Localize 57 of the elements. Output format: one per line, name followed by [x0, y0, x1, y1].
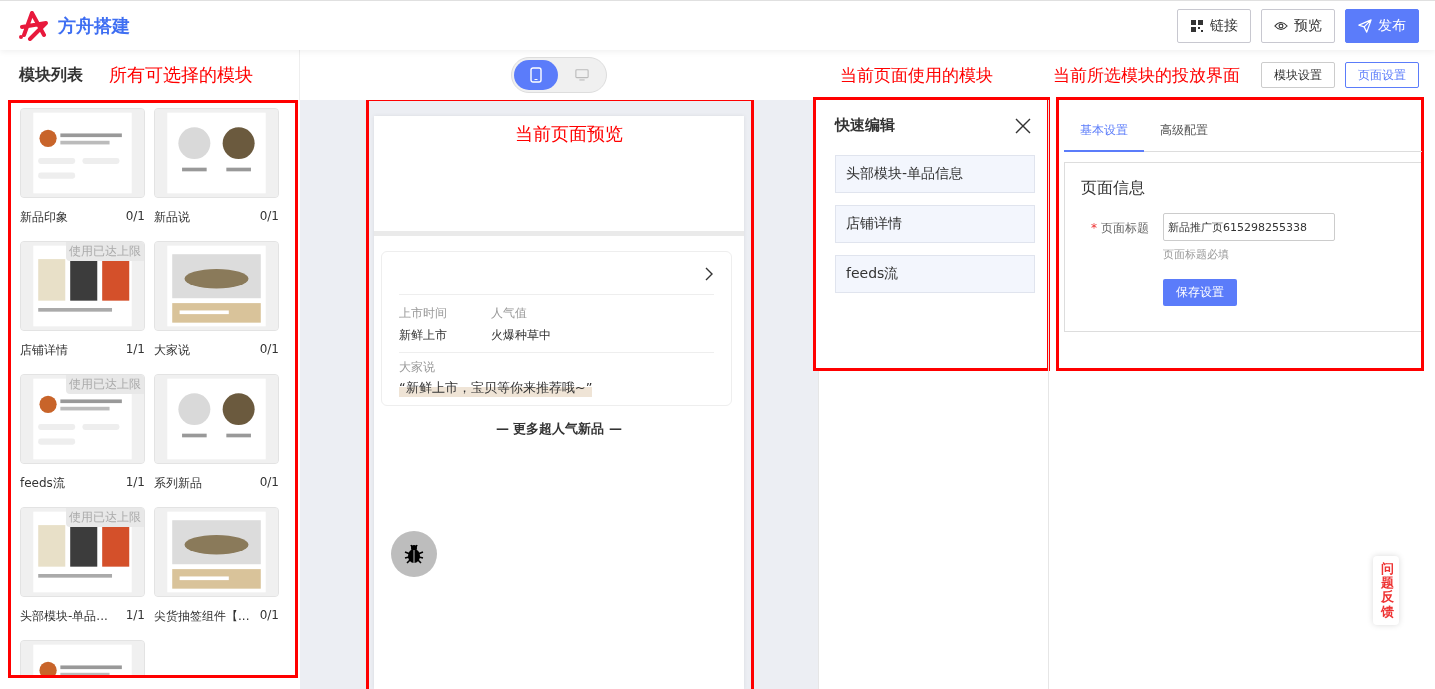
- device-button[interactable]: [514, 60, 558, 90]
- module-name: 尖货抽签组件【...: [154, 608, 250, 625]
- module-item[interactable]: 店铺详情: [835, 205, 1035, 243]
- send-icon: [1358, 18, 1372, 33]
- settings-mode-button[interactable]: 页面设置: [1345, 62, 1419, 88]
- qr-code-icon: [1190, 18, 1204, 33]
- module-name: 店铺详情: [20, 342, 68, 359]
- usage-count: 0/1: [125, 209, 145, 225]
- brand-name: 方舟搭建: [58, 13, 130, 38]
- info-value: 新鲜上市: [399, 327, 447, 344]
- module-item[interactable]: feeds流: [835, 255, 1035, 293]
- annotation-label: 当前所选模块的投放界面: [1053, 63, 1240, 87]
- module-item[interactable]: 头部模块-单品信息: [835, 155, 1035, 193]
- close-icon[interactable]: [1015, 117, 1031, 134]
- annotation-label: 当前页面预览: [514, 122, 623, 146]
- quote-text: “新鲜上市，宝贝等你来推荐哦~”: [399, 379, 593, 397]
- module-name: 头部模块-单品...: [20, 608, 108, 625]
- chevron-right-icon[interactable]: [704, 266, 714, 282]
- usage-count: 1/1: [125, 608, 145, 624]
- settings-tab[interactable]: 高级配置: [1144, 114, 1224, 152]
- usage-count: 1/1: [125, 475, 145, 491]
- field-label: 页面标题: [1101, 221, 1149, 235]
- module-name: feeds流: [20, 475, 65, 492]
- usage-count: 0/1: [259, 608, 279, 624]
- settings-mode-button[interactable]: 模块设置: [1261, 62, 1335, 88]
- annotation-label: 当前页面使用的模块: [840, 63, 993, 87]
- module-name: 新品印象: [20, 209, 68, 226]
- save-button[interactable]: 保存设置: [1163, 279, 1237, 306]
- module-name: 大家说: [154, 342, 190, 359]
- title-input-field[interactable]: 新品推广页615298255338: [1163, 213, 1335, 241]
- debug-button[interactable]: [391, 531, 437, 577]
- module-name: 新品说: [154, 209, 190, 226]
- field-hint: 页面标题必填: [1163, 247, 1230, 262]
- panel-title: 模块列表: [19, 64, 83, 86]
- section-title: 页面信息: [1081, 178, 1146, 199]
- info-label: 上市时间: [399, 305, 447, 322]
- annotation-label: 所有可选择的模块: [109, 63, 253, 87]
- usage-count: 0/1: [259, 209, 279, 225]
- monitor-icon: [575, 67, 589, 83]
- bug-icon: [402, 542, 426, 566]
- section-heading: — 更多超人气新品 —: [494, 420, 624, 438]
- link-button[interactable]: 链接: [1177, 8, 1251, 43]
- usage-count: 0/1: [259, 342, 279, 358]
- feedback-button[interactable]: 问题反馈: [1373, 555, 1399, 625]
- usage-count: 1/1: [125, 342, 145, 358]
- required-mark: *: [1091, 221, 1097, 235]
- logo-icon: [18, 10, 50, 41]
- module-name: 系列新品: [154, 475, 202, 492]
- phone-icon: [529, 67, 543, 83]
- publish-button[interactable]: 发布: [1345, 8, 1419, 43]
- panel-title: 快速编辑: [835, 116, 895, 135]
- usage-count: 0/1: [259, 475, 279, 491]
- info-label: 人气值: [491, 305, 528, 322]
- info-label: 大家说: [399, 359, 436, 376]
- preview-button[interactable]: 预览: [1261, 8, 1335, 43]
- settings-tab[interactable]: 基本设置: [1064, 114, 1144, 152]
- info-value: 火爆种草中: [491, 327, 551, 344]
